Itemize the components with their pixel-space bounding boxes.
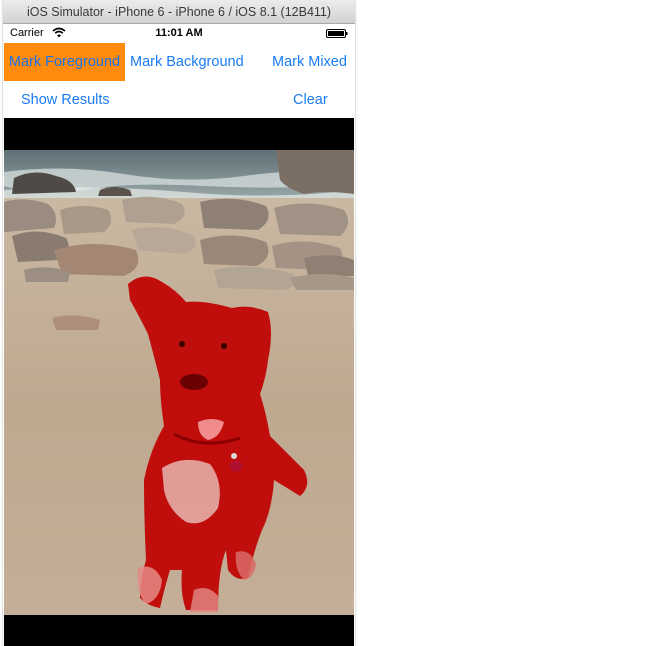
simulator-window: iOS Simulator - iPhone 6 - iPhone 6 / iO…: [3, 0, 355, 646]
clear-button[interactable]: Clear: [293, 81, 328, 119]
status-time: 11:01 AM: [155, 27, 203, 39]
show-results-button[interactable]: Show Results: [21, 81, 110, 119]
battery-icon: [326, 29, 348, 38]
mark-mixed-button[interactable]: Mark Mixed: [272, 43, 347, 81]
image-canvas[interactable]: [4, 118, 354, 646]
window-title: iOS Simulator - iPhone 6 - iPhone 6 / iO…: [3, 0, 355, 24]
mark-background-button[interactable]: Mark Background: [130, 43, 244, 81]
mark-foreground-button[interactable]: Mark Foreground: [4, 43, 125, 81]
status-bar: Carrier 11:01 AM: [4, 24, 354, 42]
device-screen: Carrier 11:01 AM Mark Foreground Mark Ba…: [4, 24, 354, 646]
dog-beach-photo[interactable]: [4, 150, 354, 615]
